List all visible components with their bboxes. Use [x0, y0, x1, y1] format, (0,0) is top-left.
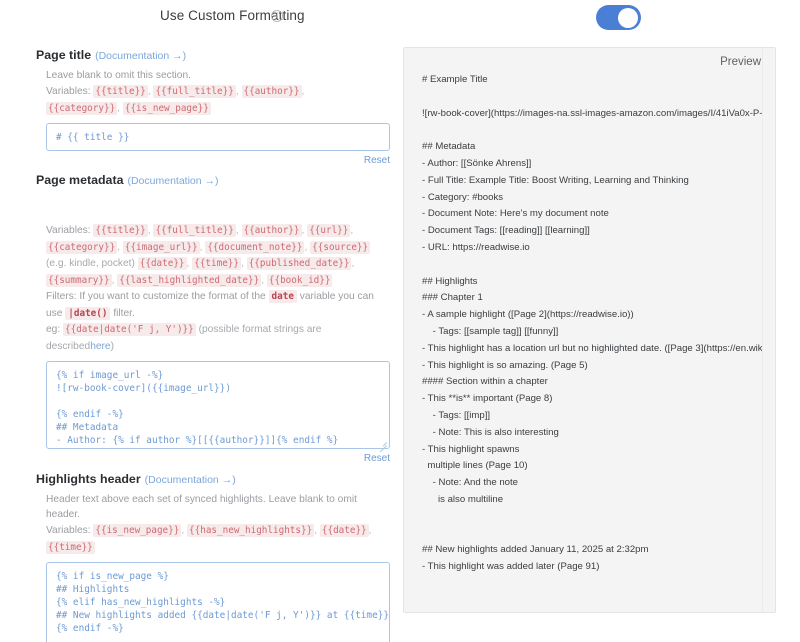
section-title-text: Highlights header	[36, 472, 141, 486]
variable-chip: {{title}}	[93, 224, 148, 237]
variable-chip: {{image_url}}	[122, 240, 200, 254]
variables-line: Variables: {{title}}, {{full_title}}, {{…	[46, 85, 305, 115]
code-editor-wrap	[46, 562, 390, 642]
preview-markdown-output: # Example Title ![rw-book-cover](https:/…	[422, 74, 768, 573]
preview-panel: Preview # Example Title ![rw-book-cover]…	[403, 47, 776, 613]
section-heading: Page metadata (Documentation →)	[36, 173, 380, 187]
variable-chip: {{is_new_page}}	[93, 524, 182, 537]
section-heading: Page title (Documentation →)	[36, 48, 380, 62]
source-note: (e.g. kindle, pocket)	[46, 258, 135, 269]
page-metadata-template-input[interactable]	[46, 361, 390, 449]
documentation-link[interactable]: (Documentation →)	[145, 474, 236, 486]
variable-chip: {{last_highlighted_date}}	[117, 273, 262, 287]
variable-chip: {{published_date}}	[246, 257, 352, 270]
code-editor-wrap	[46, 123, 390, 151]
format-strings-link[interactable]: here	[90, 341, 110, 352]
section-highlights-header: Highlights header (Documentation →) Heade…	[0, 464, 396, 642]
variable-chip: {{url}}	[307, 224, 351, 237]
use-custom-formatting-toggle[interactable]	[596, 5, 641, 30]
variable-chip: {{time}}	[46, 540, 95, 554]
section-title-text: Page metadata	[36, 173, 124, 187]
variables-line: Variables: {{is_new_page}}, {{has_new_hi…	[46, 524, 372, 554]
example-label: eg:	[46, 324, 61, 335]
filters-text-3: filter.	[113, 307, 135, 319]
preview-label: Preview	[720, 56, 761, 68]
variables-line: Variables: {{title}}, {{full_title}}, {{…	[46, 224, 371, 287]
example-note-2: )	[110, 340, 114, 352]
section-description: Header text above each set of synced hig…	[46, 494, 357, 520]
variable-chip: {{source}}	[310, 240, 371, 254]
variable-chip: {{has_new_highlights}}	[187, 524, 315, 537]
variable-chip: {{author}}	[241, 224, 302, 237]
reset-page-metadata-button[interactable]: Reset	[46, 453, 390, 464]
variable-chip: {{date}}	[137, 257, 187, 270]
variables-prefix: Variables:	[46, 225, 91, 236]
page-title-template-input[interactable]	[46, 123, 390, 151]
documentation-link[interactable]: (Documentation →)	[95, 50, 186, 62]
variable-chip: {{full_title}}	[153, 85, 236, 98]
section-body: Leave blank to omit this section. Variab…	[36, 68, 390, 166]
variables-prefix: Variables:	[46, 86, 91, 97]
section-page-metadata: Page metadata (Documentation →) Variables…	[0, 166, 396, 464]
section-page-title: Page title (Documentation →) Leave blank …	[0, 44, 396, 166]
section-description: Leave blank to omit this section.	[46, 70, 191, 81]
variable-chip: {{is_new_page}}	[122, 101, 211, 115]
variable-chip: {{category}}	[46, 240, 118, 254]
filter-date-chip: date	[268, 290, 297, 303]
variable-chip: {{time}}	[192, 257, 241, 270]
variable-chip: {{book_id}}	[266, 273, 333, 287]
highlights-header-template-input[interactable]	[46, 562, 390, 642]
filter-func-chip: |date()	[65, 306, 111, 320]
section-body: Header text above each set of synced hig…	[36, 492, 390, 642]
variable-chip: {{document_note}}	[205, 240, 305, 254]
variable-chip: {{summary}}	[46, 273, 112, 287]
example-line: eg: {{date|date('F j, Y')}} (possible fo…	[46, 322, 380, 355]
section-title-text: Page title	[36, 48, 92, 62]
variable-chip: {{category}}	[46, 101, 118, 115]
formatting-sections-column[interactable]: Page title (Documentation →) Leave blank …	[0, 44, 396, 642]
variable-chip: {{title}}	[93, 85, 148, 98]
variable-chip: {{date}}	[319, 524, 369, 537]
documentation-link[interactable]: (Documentation →)	[127, 175, 218, 187]
filters-line: Filters: If you want to customize the fo…	[46, 289, 380, 322]
page-header: Use Custom Formatting i	[0, 0, 800, 36]
toggle-knob	[618, 7, 638, 28]
example-code-chip: {{date|date('F j, Y')}}	[63, 323, 196, 336]
variable-chip: {{full_title}}	[153, 224, 236, 237]
section-heading: Highlights header (Documentation →)	[36, 472, 380, 486]
info-circle-icon[interactable]: i	[271, 10, 283, 22]
variable-chip: {{author}}	[241, 85, 302, 98]
reset-page-title-button[interactable]: Reset	[46, 155, 390, 166]
variables-prefix: Variables:	[46, 525, 91, 536]
filters-text-1: Filters: If you want to customize the fo…	[46, 291, 266, 302]
custom-formatting-settings-page: Use Custom Formatting i Page title (Docum…	[0, 0, 800, 642]
section-body: Variables: {{title}}, {{full_title}}, {{…	[36, 193, 390, 464]
code-editor-wrap	[46, 361, 390, 449]
preview-scrollbar[interactable]	[762, 48, 775, 612]
